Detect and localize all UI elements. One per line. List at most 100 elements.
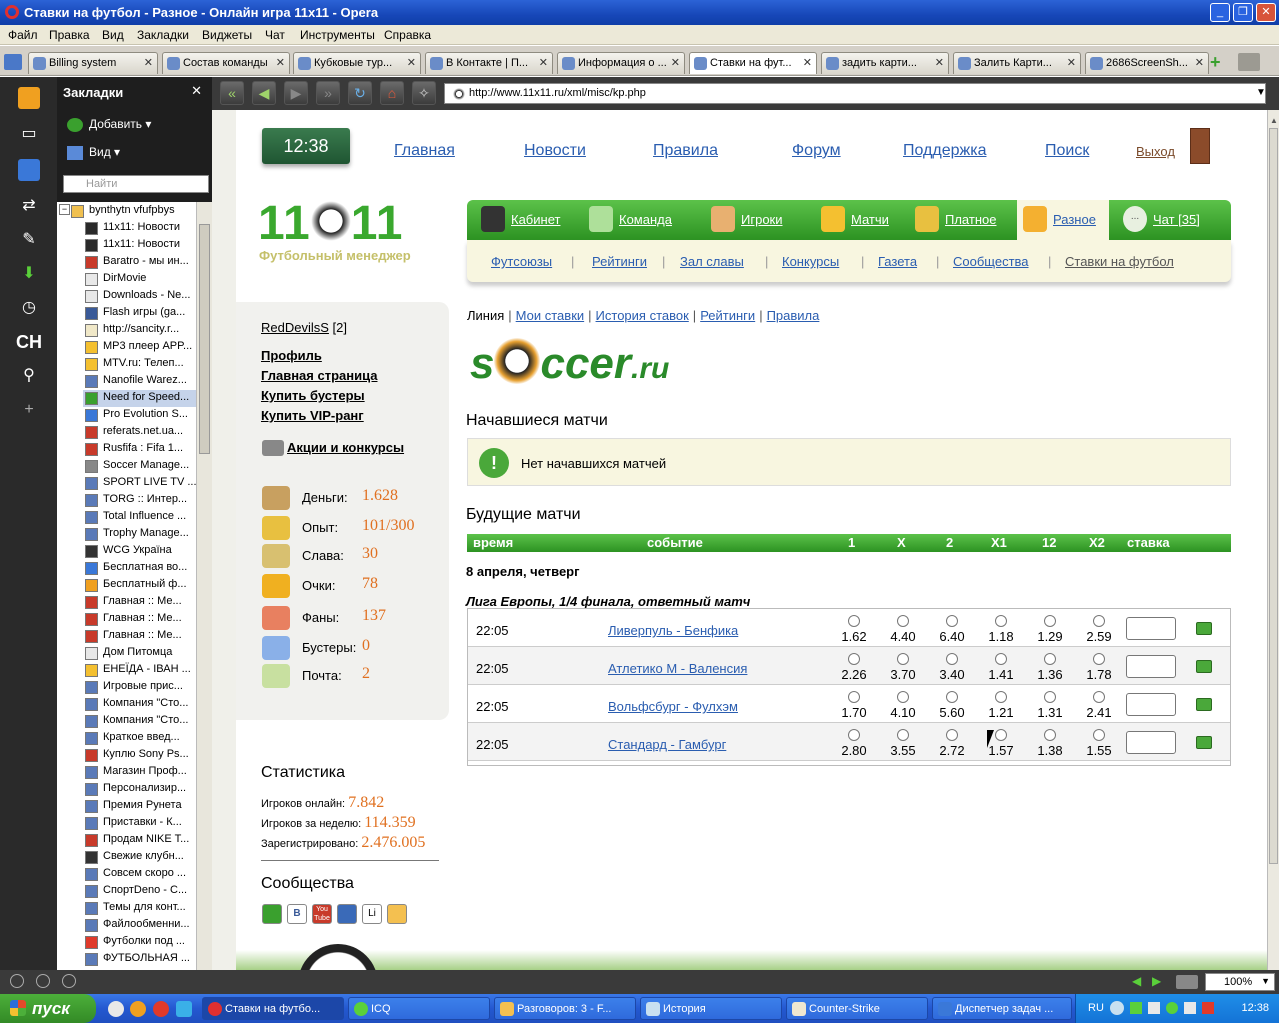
odds-option[interactable]: 1.38 <box>1032 729 1068 758</box>
odds-option[interactable]: 4.40 <box>885 615 921 644</box>
scroll-up-icon[interactable]: ▲ <box>1270 116 1278 125</box>
tab-vkontakte[interactable]: В Контакте | П... ✕ <box>425 52 553 74</box>
add-bookmark-button[interactable]: Добавить ▾ <box>67 117 151 132</box>
bookmark-search-input[interactable]: Найти <box>63 175 209 193</box>
tab-info[interactable]: Информация о ... ✕ <box>557 52 685 74</box>
bookmark-item[interactable]: SPORT LIVE TV ... <box>83 475 199 492</box>
odds-option[interactable]: 2.59 <box>1081 615 1117 644</box>
tab-close-icon[interactable]: ✕ <box>1067 56 1076 69</box>
add-panel-icon[interactable]: + <box>18 399 40 421</box>
quicklaunch-skype-icon[interactable] <box>153 1001 169 1017</box>
odds-radio[interactable] <box>946 615 958 627</box>
stake-input[interactable] <box>1126 731 1176 754</box>
menu-widgets[interactable]: Виджеты <box>202 28 252 42</box>
bookmark-item[interactable]: Магазин Проф... <box>83 764 199 781</box>
language-indicator[interactable]: RU <box>1088 1002 1104 1014</box>
fast-forward-button[interactable]: » <box>316 81 340 105</box>
main-nav-misc[interactable]: Разное <box>1023 206 1096 232</box>
odds-option[interactable]: 1.29 <box>1032 615 1068 644</box>
odds-option[interactable]: 1.36 <box>1032 653 1068 682</box>
bookmark-item[interactable]: Total Influence ... <box>83 509 199 526</box>
stat-mail[interactable]: Почта: 2 <box>262 662 370 690</box>
odds-radio[interactable] <box>848 729 860 741</box>
bookmark-folder[interactable]: bynthytn vfufpbys <box>69 203 185 220</box>
bookmark-item[interactable]: Совсем скоро ... <box>83 866 199 883</box>
menu-help[interactable]: Справка <box>384 28 431 42</box>
odds-option[interactable]: 1.18 <box>983 615 1019 644</box>
homepage-link[interactable]: Главная страница <box>261 368 377 383</box>
username-link[interactable]: RedDevilsS <box>261 320 329 335</box>
start-button[interactable]: пуск <box>0 994 96 1023</box>
bookmark-scrollbar[interactable] <box>196 202 212 970</box>
odds-option[interactable]: 1.21 <box>983 691 1019 720</box>
tab-bet-rules[interactable]: Правила <box>767 308 820 323</box>
tray-icq-icon[interactable] <box>1166 1002 1178 1014</box>
bookmark-item[interactable]: http://sancity.r... <box>83 322 199 339</box>
quicklaunch-explorer-icon[interactable] <box>108 1001 124 1017</box>
place-bet-icon[interactable] <box>1196 736 1212 749</box>
tab-my-bets[interactable]: Мои ставки <box>516 308 584 323</box>
bookmark-item[interactable]: СпортDeno - С... <box>83 883 199 900</box>
odds-option[interactable]: 1.62 <box>836 615 872 644</box>
bookmark-item[interactable]: Куплю Sony Ps... <box>83 747 199 764</box>
bookmark-item[interactable]: Trophy Manage... <box>83 526 199 543</box>
task-counter-strike[interactable]: Counter-Strike <box>786 997 928 1020</box>
page-scrollbar[interactable]: ▲ <box>1267 110 1279 970</box>
odds-option[interactable]: 5.60 <box>934 691 970 720</box>
bookmark-item[interactable]: Бесплатный ф... <box>83 577 199 594</box>
nav-rules[interactable]: Правила <box>653 142 718 160</box>
images-toggle-icon[interactable] <box>1176 975 1198 989</box>
task-conversations[interactable]: Разговоров: 3 - F... <box>494 997 636 1020</box>
minimize-button[interactable]: _ <box>1210 3 1230 22</box>
widgets-icon[interactable] <box>18 159 40 181</box>
tab-close-icon[interactable]: ✕ <box>144 56 153 69</box>
odds-option[interactable]: 1.70 <box>836 691 872 720</box>
odds-option[interactable]: 2.80 <box>836 729 872 758</box>
status-icon[interactable] <box>10 974 24 988</box>
rewind-button[interactable]: « <box>220 81 244 105</box>
odds-radio[interactable] <box>995 691 1007 703</box>
close-button[interactable]: ✕ <box>1256 3 1276 22</box>
turbo-icon[interactable] <box>62 974 76 988</box>
task-opera[interactable]: Ставки на футбо... <box>202 997 344 1020</box>
new-tab-plus-icon[interactable]: + <box>1210 53 1221 71</box>
bookmark-item[interactable]: 11x11: Новости <box>83 220 199 237</box>
bookmark-item[interactable]: Игровые прис... <box>83 679 199 696</box>
usb-icon[interactable]: ▭ <box>18 123 40 145</box>
feeds-icon[interactable] <box>18 87 40 109</box>
odds-radio[interactable] <box>1044 615 1056 627</box>
maximize-button[interactable]: ❐ <box>1233 3 1253 22</box>
subnav-football-unions[interactable]: Футсоюзы <box>491 254 552 269</box>
bookmark-item[interactable]: Компания "Сто... <box>83 696 199 713</box>
status-back-icon[interactable]: ◀ <box>1132 974 1141 988</box>
bookmark-item[interactable]: MP3 плеер APP... <box>83 339 199 356</box>
odds-option[interactable]: 2.41 <box>1081 691 1117 720</box>
menu-tools[interactable]: Инструменты <box>300 28 375 42</box>
bookmark-item[interactable]: Rusfifa : Fifa 1... <box>83 441 199 458</box>
soccer-ru-logo[interactable]: s ccer.ru <box>470 338 669 389</box>
odds-radio[interactable] <box>1044 729 1056 741</box>
bookmark-item[interactable]: Компания "Сто... <box>83 713 199 730</box>
task-task-manager[interactable]: Диспетчер задач ... <box>932 997 1072 1020</box>
close-panel-icon[interactable]: ✕ <box>191 83 202 99</box>
forward-button[interactable]: ▶ <box>284 81 308 105</box>
back-button[interactable]: ◀ <box>252 81 276 105</box>
tab-bet-history[interactable]: История ставок <box>596 308 689 323</box>
profile-link[interactable]: Профиль <box>261 348 322 363</box>
main-nav-players[interactable]: Игроки <box>711 206 783 232</box>
address-dropdown-icon[interactable]: ▼ <box>1256 87 1266 98</box>
odds-option[interactable]: 1.55 <box>1081 729 1117 758</box>
buy-boosters-link[interactable]: Купить бустеры <box>261 388 365 403</box>
task-history[interactable]: История <box>640 997 782 1020</box>
buy-vip-link[interactable]: Купить VIP-ранг <box>261 408 364 423</box>
odds-radio[interactable] <box>946 729 958 741</box>
odds-option[interactable]: 1.78 <box>1081 653 1117 682</box>
match-event-link[interactable]: Ливерпуль - Бенфика <box>608 623 738 638</box>
status-forward-icon[interactable]: ▶ <box>1152 974 1161 988</box>
odds-option[interactable]: 3.70 <box>885 653 921 682</box>
menu-file[interactable]: Файл <box>8 28 38 42</box>
menu-view[interactable]: Вид <box>102 28 124 42</box>
odds-radio[interactable] <box>946 691 958 703</box>
odds-option[interactable]: 4.10 <box>885 691 921 720</box>
panel-toggle-icon[interactable] <box>4 54 22 70</box>
